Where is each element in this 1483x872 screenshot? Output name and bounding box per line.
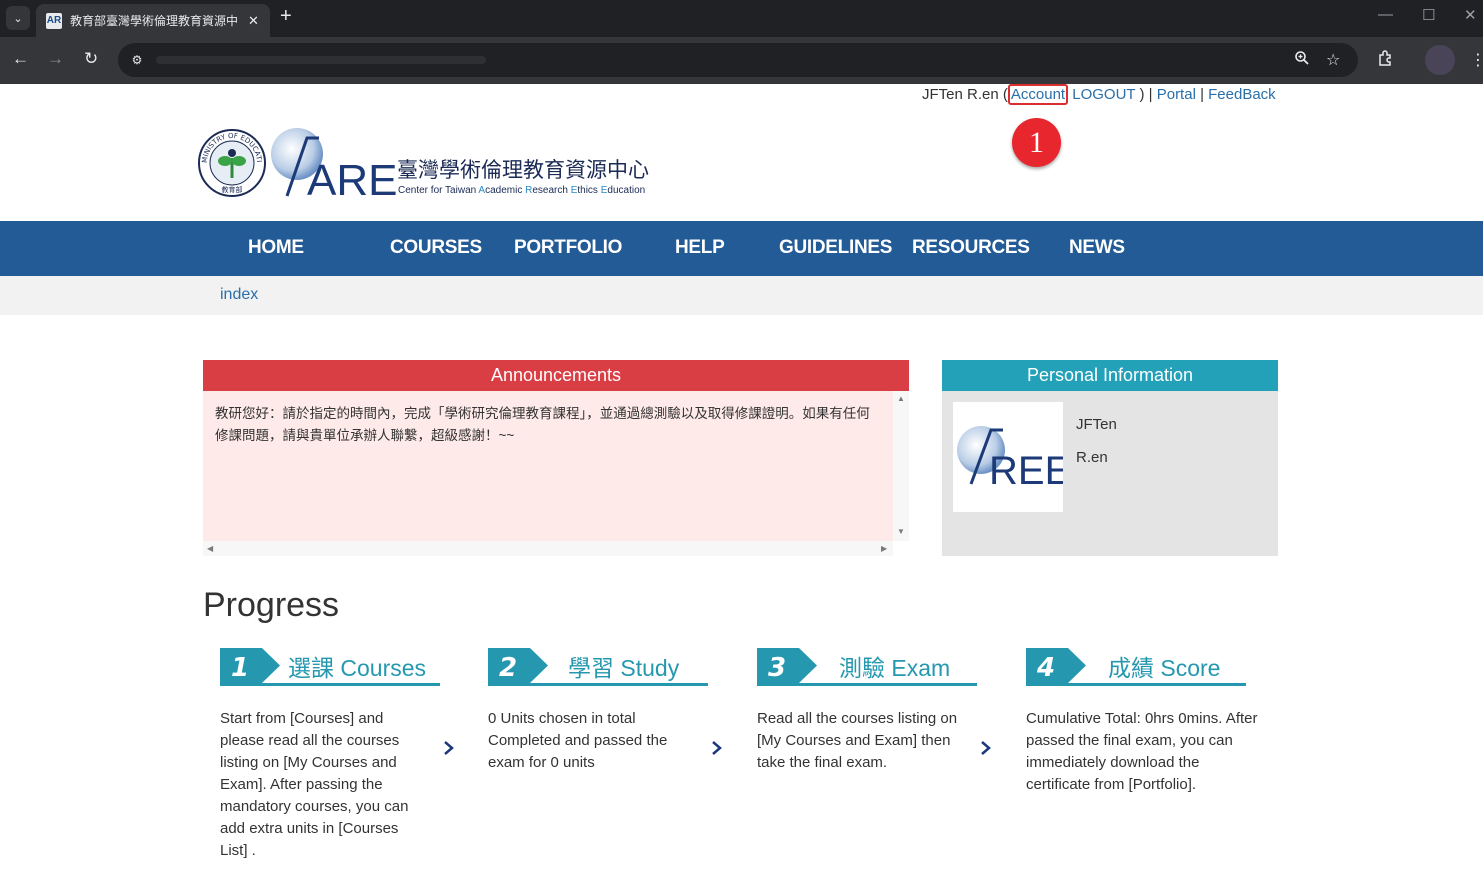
zoom-icon[interactable]	[1294, 50, 1310, 71]
progress-step-study: 2 學習 Study 0 Units chosen in total Compl…	[488, 646, 714, 774]
separator: |	[1195, 86, 1209, 103]
step-underline	[1026, 683, 1246, 686]
browser-toolbar: ← → ↻ ⚙ ☆ ⋮	[0, 37, 1483, 84]
svg-text:教育部: 教育部	[222, 185, 243, 194]
logo-chinese-name: 臺灣學術倫理教育資源中心	[397, 159, 649, 182]
step-callout-badge: 1	[1012, 118, 1061, 167]
paren-open: (	[998, 86, 1008, 103]
svg-text:AREE: AREE	[307, 156, 397, 201]
ministry-of-education-seal-icon: MINISTRY OF EDUCATION 教育部	[197, 128, 266, 197]
forward-arrow-icon[interactable]: →	[47, 49, 64, 69]
chevron-right-icon	[981, 741, 991, 755]
avatar: REE	[953, 402, 1071, 512]
profile-avatar[interactable]	[1425, 45, 1455, 75]
site-logo[interactable]: MINISTRY OF EDUCATION 教育部 AREE 臺灣學術倫理教育資…	[197, 126, 667, 201]
nav-portfolio[interactable]: PORTFOLIO	[514, 237, 622, 259]
personal-information-title: Personal Information	[942, 360, 1278, 391]
address-bar[interactable]: ⚙ ☆	[118, 43, 1358, 77]
tab-search-chevron-icon[interactable]: ⌄	[6, 6, 30, 30]
step-label: 選課 Courses	[288, 655, 427, 681]
url-text-blurred	[156, 56, 486, 64]
scroll-left-icon[interactable]: ◀	[207, 544, 213, 553]
logo-english-name: Center for Taiwan Academic Research Ethi…	[398, 185, 646, 196]
site-info-icon[interactable]: ⚙	[126, 50, 148, 70]
personal-first-name: JFTen	[1076, 416, 1117, 433]
scroll-right-icon[interactable]: ▶	[881, 544, 887, 553]
progress-step-score: 4 成績 Score Cumulative Total: 0hrs 0mins.…	[1026, 646, 1266, 796]
announcements-panel: Announcements 教研您好：請於指定的時間內，完成「學術研究倫理教育課…	[203, 360, 909, 556]
personal-last-name: R.en	[1076, 449, 1108, 466]
tab-close-icon[interactable]: ✕	[248, 13, 259, 29]
progress-title: Progress	[203, 586, 340, 624]
step-underline	[757, 683, 977, 686]
window-close-button[interactable]: ✕	[1464, 6, 1477, 24]
chevron-right-icon	[444, 741, 454, 755]
logout-link[interactable]: LOGOUT	[1068, 86, 1139, 103]
account-link[interactable]: Account	[1007, 84, 1069, 105]
step-number-arrow-icon: 4	[1026, 648, 1086, 683]
browser-tab-bar: ⌄ AR 教育部臺灣學術倫理教育資源中 ✕ + — ☐ ✕	[0, 0, 1483, 37]
new-tab-button[interactable]: +	[280, 5, 292, 28]
step-banner: 1 選課 Courses	[220, 646, 446, 686]
extensions-puzzle-icon[interactable]	[1377, 49, 1395, 72]
bookmark-star-icon[interactable]: ☆	[1326, 50, 1340, 70]
svg-text:2: 2	[499, 653, 517, 683]
portal-link[interactable]: Portal	[1157, 86, 1196, 103]
feedback-link[interactable]: FeedBack	[1208, 86, 1276, 103]
nav-home[interactable]: HOME	[248, 237, 304, 259]
svg-text:REE: REE	[989, 449, 1063, 493]
announcements-vertical-scrollbar[interactable]: ▲ ▼	[893, 391, 909, 541]
announcements-title: Announcements	[203, 360, 909, 391]
svg-text:4: 4	[1036, 653, 1055, 683]
step-number-arrow-icon: 1	[220, 648, 280, 683]
progress-step-exam: 3 測驗 Exam Read all the courses listing o…	[757, 646, 983, 774]
nav-courses[interactable]: COURSES	[390, 237, 482, 259]
step-underline	[220, 683, 440, 686]
step-banner: 2 學習 Study	[488, 646, 714, 686]
step-number-arrow-icon: 3	[757, 648, 817, 683]
step-label: 學習 Study	[568, 655, 680, 681]
user-name: JFTen R.en	[922, 86, 999, 103]
step-description: Read all the courses listing on [My Cour…	[757, 710, 958, 771]
announcements-text: 教研您好：請於指定的時間內，完成「學術研究倫理教育課程」，並通過總測驗以及取得修…	[203, 391, 894, 541]
nav-news[interactable]: NEWS	[1069, 237, 1125, 259]
progress-step-courses: 1 選課 Courses Start from [Courses] and pl…	[220, 646, 446, 862]
main-navigation: HOME COURSES PORTFOLIO HELP GUIDELINES R…	[0, 221, 1483, 276]
svg-text:3: 3	[768, 653, 786, 683]
svg-text:1: 1	[231, 653, 249, 683]
step-banner: 4 成績 Score	[1026, 646, 1266, 686]
aree-logo-icon: AREE	[271, 128, 397, 201]
step-description: Start from [Courses] and please read all…	[220, 710, 409, 859]
step-description: 0 Units chosen in total Completed and pa…	[488, 710, 668, 771]
chevron-right-icon	[712, 741, 722, 755]
step-label: 測驗 Exam	[839, 655, 951, 681]
separator: ) |	[1139, 86, 1157, 103]
breadcrumb-bar: index	[0, 276, 1483, 315]
nav-help[interactable]: HELP	[675, 237, 725, 259]
step-description: Cumulative Total: 0hrs 0mins. After pass…	[1026, 710, 1258, 793]
user-bar: JFTen R.en (Account LOGOUT ) | Portal | …	[922, 84, 1276, 105]
browser-menu-icon[interactable]: ⋮	[1470, 50, 1483, 70]
minimize-button[interactable]: —	[1378, 6, 1393, 23]
reload-icon[interactable]: ↻	[84, 49, 98, 69]
browser-tab[interactable]: AR 教育部臺灣學術倫理教育資源中 ✕	[36, 4, 270, 37]
step-underline	[488, 683, 708, 686]
scroll-down-icon[interactable]: ▼	[897, 527, 905, 536]
back-arrow-icon[interactable]: ←	[12, 49, 29, 69]
tab-title: 教育部臺灣學術倫理教育資源中	[70, 14, 239, 28]
step-banner: 3 測驗 Exam	[757, 646, 983, 686]
announcements-horizontal-scrollbar[interactable]: ◀ ▶	[203, 541, 893, 556]
step-label: 成績 Score	[1108, 655, 1221, 681]
scroll-up-icon[interactable]: ▲	[897, 394, 905, 403]
maximize-button[interactable]: ☐	[1422, 6, 1435, 24]
personal-information-panel: Personal Information REE JFTen R.en	[942, 360, 1278, 556]
aree-avatar-logo-icon: REE	[957, 426, 1071, 493]
tab-favicon-icon: AR	[46, 12, 62, 29]
step-number-arrow-icon: 2	[488, 648, 548, 683]
nav-guidelines[interactable]: GUIDELINES	[779, 237, 892, 259]
breadcrumb-index[interactable]: index	[220, 286, 258, 304]
nav-resources[interactable]: RESOURCES	[912, 237, 1030, 259]
